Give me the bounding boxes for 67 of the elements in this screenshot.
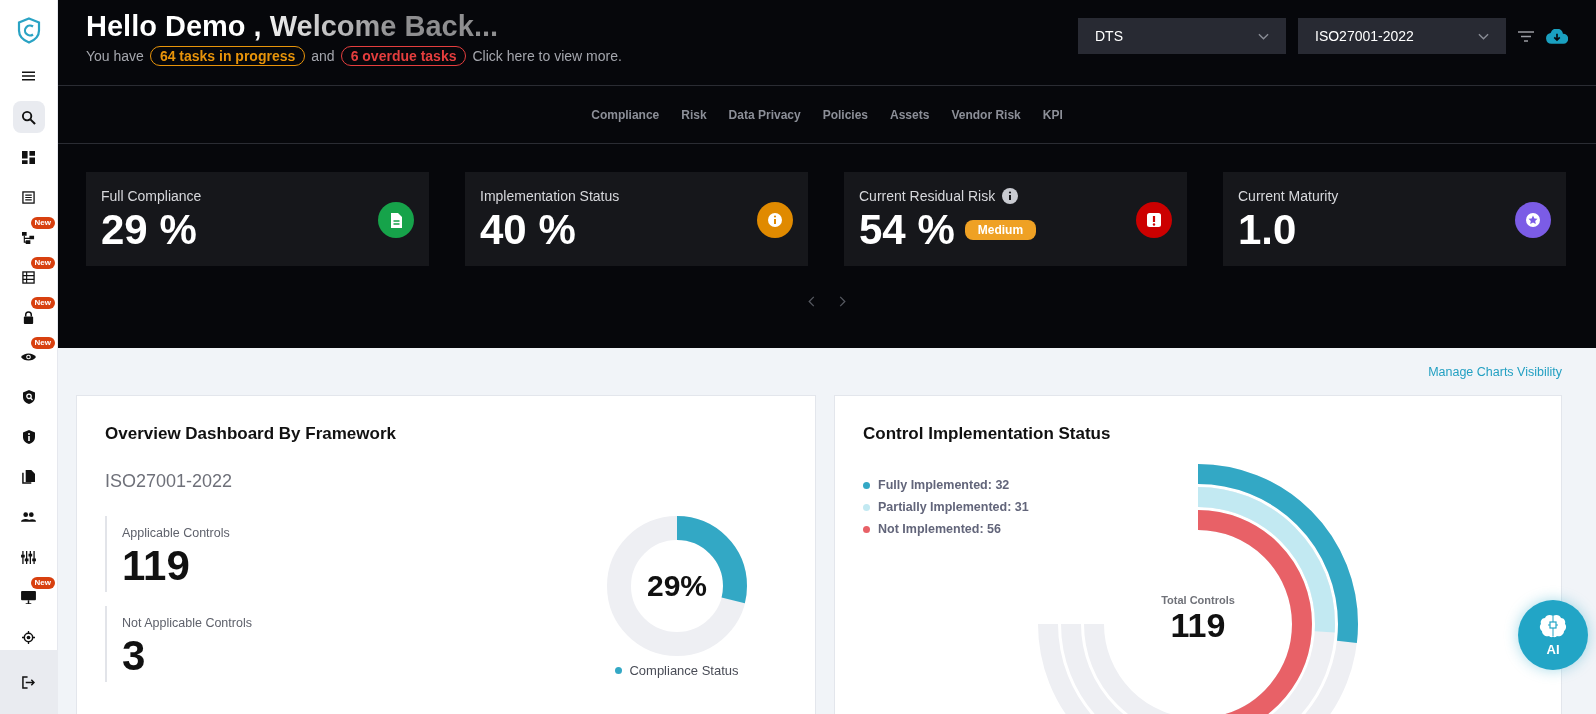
nav-tab[interactable]: Policies [822,107,868,122]
monitor-icon [21,590,36,604]
chevron-down-icon [1258,32,1269,40]
view-more-link[interactable]: Click here to view more. [472,48,622,64]
card-title: Control Implementation Status [863,424,1112,444]
hierarchy-icon [22,230,35,244]
kpi-value: 40 % [480,206,576,254]
shield-logo-icon [16,17,41,44]
total-value: 119 [1170,606,1226,644]
legend-label: Fully Implemented: 32 [878,478,1010,492]
legend-label: Not Implemented: 56 [878,522,1001,536]
lock-icon [22,310,35,324]
files-icon [22,470,35,484]
kpi-title: Current Maturity [1238,188,1339,204]
chevron-right-icon[interactable] [839,296,846,307]
framework-name: ISO27001-2022 [105,471,234,492]
new-badge: New [30,337,55,349]
menu-icon[interactable] [22,71,35,81]
stat-label: Not Applicable Controls [122,616,253,630]
card-title: Overview Dashboard By Framework [105,424,397,444]
nav-tab[interactable]: Risk [681,107,707,122]
info-icon[interactable] [1002,188,1019,204]
stat-value: 119 [122,544,191,588]
kpi-title: Implementation Status [480,188,620,204]
select-dropdown[interactable]: DTS [1078,18,1286,54]
kpi-title: Current Residual Risk [859,188,996,204]
legend-label: Partially Implemented: 31 [878,500,1029,514]
target-icon [22,630,35,644]
select-dropdown[interactable]: ISO27001-2022 [1298,18,1506,54]
sidebar-item[interactable] [12,101,45,133]
people-icon [21,512,36,522]
summary-text: and [311,48,335,64]
sliders-icon [21,550,36,564]
filter-icon[interactable] [1518,30,1534,42]
new-badge: New [30,297,55,309]
new-badge: New [30,577,55,589]
legend-label: Compliance Status [629,663,739,678]
logout-icon [22,675,35,689]
shield-info-icon [22,430,35,444]
chevron-down-icon [1478,32,1489,40]
nav-tab[interactable]: KPI [1042,107,1063,122]
brain-chip-icon [1539,613,1567,638]
donut-percentage: 29% [647,569,707,603]
stat-label: Applicable Controls [122,526,231,540]
shield-search-icon [22,390,35,404]
nav-tab[interactable]: Vendor Risk [951,107,1021,122]
kpi-value: 29 % [101,206,197,254]
nav-tab[interactable]: Assets [890,107,930,122]
summary-text: You have [86,48,144,64]
kpi-value: 54 % [859,206,955,254]
risk-level-badge: Medium [964,220,1037,240]
chevron-left-icon[interactable] [808,296,815,307]
list-icon [22,190,35,204]
dashboard-icon [22,150,35,164]
nav-tab[interactable]: Compliance [591,107,660,122]
nav-tab[interactable]: Data Privacy [728,107,801,122]
kpi-value: 1.0 [1238,206,1297,254]
legend-dot [615,667,623,674]
total-label: Total Controls [1161,594,1235,606]
eye-icon [21,352,36,362]
cloud-download-icon[interactable] [1546,28,1568,44]
table-icon [22,270,35,284]
kpi-title: Full Compliance [101,188,202,204]
new-badge: New [30,217,55,229]
new-badge: New [30,257,55,269]
stat-value: 3 [122,634,147,678]
search-icon [21,109,36,125]
